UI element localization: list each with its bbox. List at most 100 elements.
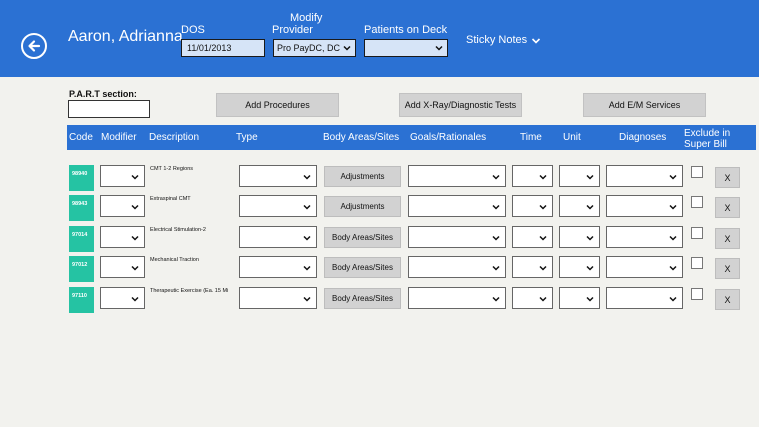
description-text: CMT 1-2 Regions — [150, 166, 193, 172]
chevron-down-icon — [435, 45, 443, 51]
chevron-down-icon — [131, 174, 139, 180]
modifier-select[interactable] — [100, 287, 145, 309]
time-select[interactable] — [512, 165, 553, 187]
type-select[interactable] — [239, 256, 317, 278]
col-exclude-line-2: Super Bill — [684, 139, 727, 150]
remove-row-button[interactable]: X — [715, 197, 740, 218]
goals-select[interactable] — [408, 256, 506, 278]
col-diagnoses: Diagnoses — [619, 132, 667, 143]
chevron-down-icon — [303, 174, 311, 180]
col-code: Code — [69, 132, 93, 143]
part-section-label: P.A.R.T section: — [69, 89, 137, 99]
unit-select[interactable] — [559, 165, 600, 187]
dos-field[interactable]: 11/01/2013 — [181, 39, 265, 57]
sticky-notes-chevron-icon[interactable] — [531, 37, 541, 45]
chevron-down-icon — [669, 265, 677, 271]
code-badge: 97110 — [69, 287, 94, 313]
chevron-down-icon — [492, 265, 500, 271]
back-button[interactable] — [21, 33, 47, 59]
code-badge: 98943 — [69, 195, 94, 221]
body-areas-button[interactable]: Adjustments — [324, 166, 401, 187]
sticky-notes-label[interactable]: Sticky Notes — [466, 34, 527, 46]
remove-row-button[interactable]: X — [715, 228, 740, 249]
add-xray-button[interactable]: Add X-Ray/Diagnostic Tests — [399, 93, 522, 117]
time-select[interactable] — [512, 195, 553, 217]
modify-label: Modify — [290, 12, 323, 24]
code-value: 97014 — [72, 232, 88, 238]
exclude-checkbox[interactable] — [691, 196, 703, 208]
add-procedures-button[interactable]: Add Procedures — [216, 93, 339, 117]
chevron-down-icon — [492, 296, 500, 302]
type-select[interactable] — [239, 287, 317, 309]
time-select[interactable] — [512, 226, 553, 248]
unit-select[interactable] — [559, 287, 600, 309]
body-areas-button[interactable]: Body Areas/Sites — [324, 227, 401, 248]
time-select[interactable] — [512, 256, 553, 278]
chevron-down-icon — [303, 265, 311, 271]
chevron-down-icon — [303, 235, 311, 241]
goals-select[interactable] — [408, 226, 506, 248]
code-badge: 98940 — [69, 165, 94, 191]
goals-select[interactable] — [408, 287, 506, 309]
description-text: Therapeutic Exercise (Ea. 15 Mi — [150, 288, 229, 294]
col-description: Description — [149, 132, 200, 143]
unit-select[interactable] — [559, 226, 600, 248]
chevron-down-icon — [492, 235, 500, 241]
body-areas-button[interactable]: Body Areas/Sites — [324, 257, 401, 278]
exclude-checkbox[interactable] — [691, 227, 703, 239]
col-type: Type — [236, 132, 258, 143]
time-select[interactable] — [512, 287, 553, 309]
type-select[interactable] — [239, 226, 317, 248]
description-text: Extraspinal CMT — [150, 196, 191, 202]
unit-select[interactable] — [559, 195, 600, 217]
code-value: 97012 — [72, 262, 88, 268]
exclude-checkbox[interactable] — [691, 288, 703, 300]
procedures-table-header: Code Modifier Description Type Body Area… — [67, 125, 756, 150]
chevron-down-icon — [586, 296, 594, 302]
exclude-checkbox[interactable] — [691, 166, 703, 178]
chevron-down-icon — [343, 45, 351, 51]
modifier-select[interactable] — [100, 256, 145, 278]
provider-label: Provider — [272, 24, 313, 36]
chevron-down-icon — [303, 204, 311, 210]
remove-row-button[interactable]: X — [715, 258, 740, 279]
remove-row-button[interactable]: X — [715, 167, 740, 188]
add-em-services-button[interactable]: Add E/M Services — [583, 93, 706, 117]
modifier-select[interactable] — [100, 165, 145, 187]
dos-label: DOS — [181, 24, 205, 36]
goals-select[interactable] — [408, 165, 506, 187]
body-areas-button[interactable]: Body Areas/Sites — [324, 288, 401, 309]
diagnoses-select[interactable] — [606, 195, 683, 217]
diagnoses-select[interactable] — [606, 287, 683, 309]
patients-on-deck-select[interactable] — [364, 39, 448, 57]
goals-select[interactable] — [408, 195, 506, 217]
col-modifier: Modifier — [101, 132, 137, 143]
type-select[interactable] — [239, 195, 317, 217]
body-areas-button[interactable]: Adjustments — [324, 196, 401, 217]
col-body-areas: Body Areas/Sites — [323, 132, 400, 143]
modifier-select[interactable] — [100, 226, 145, 248]
chevron-down-icon — [539, 296, 547, 302]
chevron-down-icon — [303, 296, 311, 302]
diagnoses-select[interactable] — [606, 226, 683, 248]
col-time: Time — [520, 132, 542, 143]
chevron-down-icon — [131, 265, 139, 271]
unit-select[interactable] — [559, 256, 600, 278]
chevron-down-icon — [539, 174, 547, 180]
modifier-select[interactable] — [100, 195, 145, 217]
provider-value: Pro PayDC, DC — [277, 43, 341, 53]
diagnoses-select[interactable] — [606, 256, 683, 278]
patients-on-deck-label: Patients on Deck — [364, 24, 448, 36]
code-badge: 97012 — [69, 256, 94, 282]
exclude-checkbox[interactable] — [691, 257, 703, 269]
chevron-down-icon — [539, 235, 547, 241]
col-unit: Unit — [563, 132, 581, 143]
chevron-down-icon — [586, 174, 594, 180]
type-select[interactable] — [239, 165, 317, 187]
part-section-input[interactable] — [68, 100, 150, 118]
remove-row-button[interactable]: X — [715, 289, 740, 310]
patient-name: Aaron, Adrianna — [68, 28, 183, 45]
provider-select[interactable]: Pro PayDC, DC — [273, 39, 356, 57]
diagnoses-select[interactable] — [606, 165, 683, 187]
chevron-down-icon — [539, 265, 547, 271]
